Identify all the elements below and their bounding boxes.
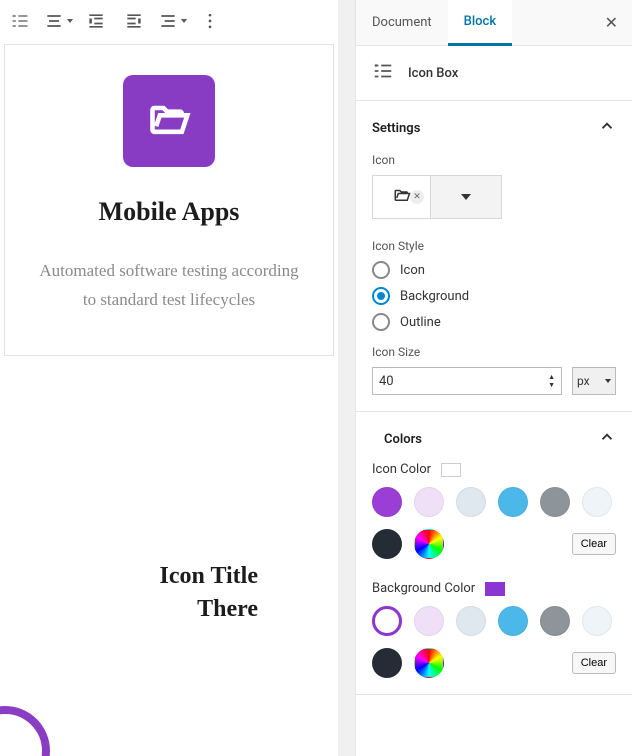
bg-color-current — [485, 582, 505, 596]
color-purple[interactable] — [372, 487, 402, 517]
indent-left-button[interactable] — [77, 2, 115, 40]
block-header: Icon Box — [356, 46, 632, 101]
icon-size-row: 40 ▲▼ px — [372, 367, 616, 395]
more-options-button[interactable] — [191, 2, 229, 40]
icon-color-current — [441, 463, 461, 477]
radio-outline-label: Outline — [400, 315, 441, 330]
stepper-buttons[interactable]: ▲▼ — [548, 373, 555, 389]
unit-label: px — [577, 374, 590, 388]
decorative-arc — [0, 706, 50, 756]
colors-section: Colors Icon Color Clear Background Color — [356, 412, 632, 695]
color-sky[interactable] — [498, 487, 528, 517]
gutter — [338, 0, 355, 756]
colors-title: Colors — [384, 432, 422, 447]
color-dark[interactable] — [372, 529, 402, 559]
icon-picker-preview: ✕ — [373, 176, 431, 218]
color-pale-blue[interactable] — [456, 606, 486, 636]
bg-color-label-row: Background Color — [372, 581, 616, 596]
sidebar-scroll[interactable]: Document Block ✕ Icon Box Settings Icon … — [356, 0, 632, 756]
color-sky[interactable] — [498, 606, 528, 636]
bg-color-clear[interactable]: Clear — [572, 652, 616, 674]
icon-size-input[interactable]: 40 ▲▼ — [372, 367, 562, 395]
color-gray[interactable] — [540, 487, 570, 517]
icon-picker: ✕ — [372, 175, 502, 219]
editor-canvas[interactable]: Mobile Apps Automated software testing a… — [0, 0, 338, 756]
icon-color-label-row: Icon Color — [372, 462, 616, 477]
color-purple-selected[interactable] — [372, 606, 402, 636]
icon-picker-dropdown[interactable] — [431, 176, 501, 218]
color-lavender[interactable] — [414, 606, 444, 636]
color-custom[interactable] — [414, 529, 444, 559]
sidebar-tabs: Document Block ✕ — [356, 0, 632, 46]
radio-background-label: Background — [400, 289, 469, 304]
icon-style-label: Icon Style — [372, 239, 616, 253]
folder-open-icon — [147, 97, 191, 145]
align-button[interactable] — [39, 2, 77, 40]
block-type-label: Icon Box — [408, 66, 458, 81]
color-offwhite[interactable] — [582, 606, 612, 636]
secondary-block-title[interactable]: Icon Title There — [20, 560, 318, 627]
icon-box-type-icon — [372, 60, 394, 86]
inspector-sidebar: Document Block ✕ Icon Box Settings Icon … — [355, 0, 632, 756]
settings-toggle[interactable]: Settings — [372, 117, 616, 139]
settings-title: Settings — [372, 121, 420, 136]
radio-outline-input[interactable] — [372, 313, 390, 331]
radio-background-input[interactable] — [372, 287, 390, 305]
clear-icon-button[interactable]: ✕ — [410, 190, 424, 204]
icon-box-title[interactable]: Mobile Apps — [25, 197, 313, 227]
color-lavender[interactable] — [414, 487, 444, 517]
colors-toggle[interactable]: Colors — [372, 428, 616, 450]
tab-block[interactable]: Block — [448, 0, 512, 46]
block-layout-button[interactable] — [1, 2, 39, 40]
indent-right-button[interactable] — [115, 2, 153, 40]
radio-background[interactable]: Background — [372, 287, 616, 305]
radio-outline[interactable]: Outline — [372, 313, 616, 331]
color-pale-blue[interactable] — [456, 487, 486, 517]
color-gray[interactable] — [540, 606, 570, 636]
chevron-up-icon — [598, 117, 616, 139]
color-offwhite[interactable] — [582, 487, 612, 517]
icon-box-background — [123, 75, 215, 167]
icon-color-palette: Clear — [372, 487, 616, 559]
icon-box-block[interactable]: Mobile Apps Automated software testing a… — [4, 44, 334, 356]
tab-document[interactable]: Document — [356, 1, 448, 44]
close-icon[interactable]: ✕ — [591, 13, 632, 32]
radio-icon-input[interactable] — [372, 261, 390, 279]
radio-icon-label: Icon — [400, 263, 425, 278]
icon-size-label: Icon Size — [372, 345, 616, 359]
settings-section: Settings Icon ✕ Icon Style Icon — [356, 101, 632, 412]
list-style-button[interactable] — [153, 2, 191, 40]
icon-size-unit[interactable]: px — [572, 367, 616, 395]
icon-field-label: Icon — [372, 153, 616, 167]
folder-open-icon — [392, 186, 412, 208]
icon-color-label: Icon Color — [372, 462, 431, 477]
icon-box-description[interactable]: Automated software testing according to … — [25, 257, 313, 315]
bg-color-label: Background Color — [372, 581, 475, 596]
icon-size-value: 40 — [379, 374, 394, 389]
icon-color-clear[interactable]: Clear — [572, 533, 616, 555]
color-custom[interactable] — [414, 648, 444, 678]
secondary-block[interactable]: Icon Title There — [0, 360, 338, 667]
chevron-up-icon — [598, 428, 616, 450]
color-dark[interactable] — [372, 648, 402, 678]
radio-icon[interactable]: Icon — [372, 261, 616, 279]
bg-color-palette: Clear — [372, 606, 616, 678]
block-toolbar — [0, 0, 338, 42]
